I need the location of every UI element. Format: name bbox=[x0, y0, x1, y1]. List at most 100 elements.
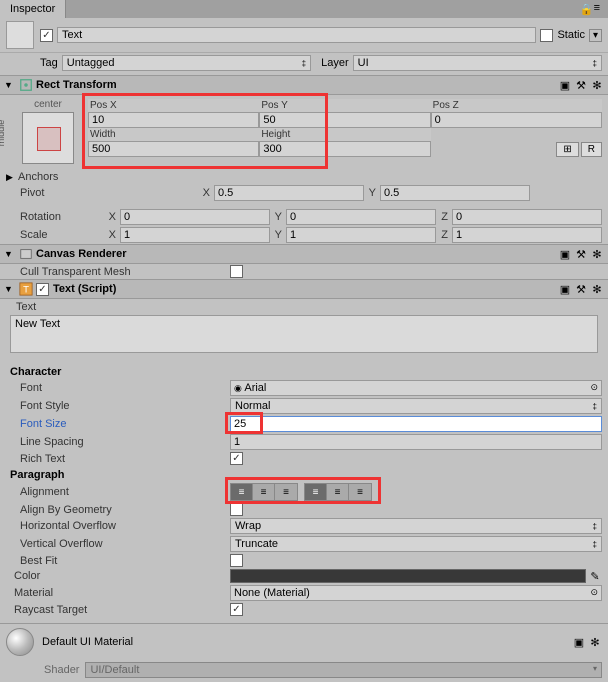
help-icon[interactable]: ▣ bbox=[558, 247, 572, 261]
preset-icon[interactable]: ⚒ bbox=[574, 247, 588, 261]
rect-transform-header: ▼ Rect Transform ▣ ⚒ ✻ bbox=[0, 75, 608, 95]
linespacing-label: Line Spacing bbox=[20, 436, 230, 448]
rect-transform-icon bbox=[19, 78, 33, 92]
align-right-button[interactable]: ≡ bbox=[275, 484, 297, 500]
alignbygeo-checkbox[interactable] bbox=[230, 503, 243, 516]
static-label: Static bbox=[557, 29, 585, 41]
posy-input[interactable] bbox=[259, 112, 430, 128]
enabled-checkbox[interactable] bbox=[40, 29, 53, 42]
fontsize-input[interactable] bbox=[230, 416, 602, 432]
tag-label: Tag bbox=[40, 57, 58, 69]
align-center-button[interactable]: ≡ bbox=[253, 484, 275, 500]
gear-icon[interactable]: ✻ bbox=[590, 282, 604, 296]
text-script-header: ▼ T Text (Script) ▣⚒✻ bbox=[0, 279, 608, 299]
rot-y-input[interactable] bbox=[286, 209, 436, 225]
scale-x-input[interactable] bbox=[120, 227, 270, 243]
fontstyle-label: Font Style bbox=[20, 400, 230, 412]
align-left-button[interactable]: ≡ bbox=[231, 484, 253, 500]
help-icon[interactable]: ▣ bbox=[572, 635, 586, 649]
blueprint-button[interactable]: ⊞ bbox=[556, 142, 578, 157]
anchor-preview-icon bbox=[22, 112, 74, 164]
tab-bar: Inspector 🔒 ≡ bbox=[0, 0, 608, 18]
text-label: Text bbox=[0, 299, 608, 313]
tab-menu-icon[interactable]: ≡ bbox=[586, 0, 608, 18]
posy-label: Pos Y bbox=[259, 99, 430, 112]
static-dropdown-icon[interactable]: ▾ bbox=[589, 29, 602, 42]
scale-label: Scale bbox=[20, 229, 106, 241]
posz-label: Pos Z bbox=[431, 99, 602, 112]
pivot-y-input[interactable] bbox=[380, 185, 530, 201]
pivot-label: Pivot bbox=[20, 187, 200, 199]
paragraph-header: Paragraph bbox=[0, 466, 608, 482]
tag-dropdown[interactable]: Untagged‡ bbox=[62, 55, 311, 71]
richtext-checkbox[interactable] bbox=[230, 452, 243, 465]
material-field[interactable]: None (Material)⊙ bbox=[230, 585, 602, 601]
shader-row: Shader UI/Default▾ bbox=[0, 660, 608, 682]
layer-dropdown[interactable]: UI‡ bbox=[353, 55, 602, 71]
gameobject-icon[interactable] bbox=[6, 21, 34, 49]
help-icon[interactable]: ▣ bbox=[558, 78, 572, 92]
bestfit-checkbox[interactable] bbox=[230, 554, 243, 567]
scale-z-input[interactable] bbox=[452, 227, 602, 243]
align-top-button[interactable]: ≡ bbox=[305, 484, 327, 500]
chevron-down-icon: ‡ bbox=[593, 540, 597, 549]
rot-z-input[interactable] bbox=[452, 209, 602, 225]
shader-label: Shader bbox=[44, 664, 79, 676]
help-icon[interactable]: ▣ bbox=[558, 282, 572, 296]
scale-y-input[interactable] bbox=[286, 227, 436, 243]
anchor-preset[interactable]: center bbox=[18, 99, 78, 166]
font-label: Font bbox=[20, 382, 230, 394]
material-label: Material bbox=[14, 587, 230, 599]
text-enabled-checkbox[interactable] bbox=[36, 283, 49, 296]
font-field[interactable]: ◉ Arial⊙ bbox=[230, 380, 602, 396]
text-textarea[interactable]: New Text bbox=[10, 315, 598, 353]
foldout-icon[interactable]: ▼ bbox=[4, 80, 16, 90]
inspector-tab[interactable]: Inspector bbox=[0, 0, 66, 18]
posz-input[interactable] bbox=[431, 112, 602, 128]
align-middle-button[interactable]: ≡ bbox=[327, 484, 349, 500]
align-bottom-button[interactable]: ≡ bbox=[349, 484, 371, 500]
chevron-down-icon: ‡ bbox=[593, 402, 597, 411]
gameobject-header: Static ▾ bbox=[0, 18, 608, 53]
object-picker-icon[interactable]: ⊙ bbox=[590, 382, 598, 394]
gear-icon[interactable]: ✻ bbox=[588, 635, 602, 649]
foldout-icon[interactable]: ▼ bbox=[4, 249, 16, 259]
posx-label: Pos X bbox=[88, 99, 259, 112]
layer-label: Layer bbox=[321, 57, 349, 69]
posx-input[interactable] bbox=[88, 112, 259, 128]
foldout-icon[interactable]: ▼ bbox=[4, 284, 16, 294]
gameobject-name-input[interactable] bbox=[57, 27, 536, 43]
width-input[interactable] bbox=[88, 141, 259, 157]
shader-dropdown[interactable]: UI/Default▾ bbox=[85, 662, 602, 678]
color-field[interactable] bbox=[230, 569, 586, 583]
cull-label: Cull Transparent Mesh bbox=[20, 266, 230, 278]
h-align-group: ≡ ≡ ≡ bbox=[230, 483, 298, 501]
pivot-x-input[interactable] bbox=[214, 185, 364, 201]
cull-checkbox[interactable] bbox=[230, 265, 243, 278]
rect-transform-body: middle center Pos X Pos Y Pos Z Width He… bbox=[0, 95, 608, 170]
anchors-label: Anchors bbox=[18, 171, 228, 183]
anchor-v-label: middle bbox=[0, 119, 6, 146]
raw-button[interactable]: R bbox=[581, 142, 602, 157]
text-icon: T bbox=[19, 282, 33, 296]
rot-x-input[interactable] bbox=[120, 209, 270, 225]
eyedropper-icon[interactable]: ✎ bbox=[588, 570, 602, 583]
anchors-foldout[interactable]: ▶ bbox=[6, 172, 18, 183]
static-checkbox[interactable] bbox=[540, 29, 553, 42]
voverflow-dropdown[interactable]: Truncate‡ bbox=[230, 536, 602, 552]
raycast-checkbox[interactable] bbox=[230, 603, 243, 616]
preset-icon[interactable]: ⚒ bbox=[574, 282, 588, 296]
fontstyle-dropdown[interactable]: Normal‡ bbox=[230, 398, 602, 414]
gear-icon[interactable]: ✻ bbox=[590, 247, 604, 261]
rotation-label: Rotation bbox=[20, 211, 106, 223]
gear-icon[interactable]: ✻ bbox=[590, 78, 604, 92]
linespacing-input[interactable] bbox=[230, 434, 602, 450]
object-picker-icon[interactable]: ⊙ bbox=[590, 587, 598, 599]
component-title: Text (Script) bbox=[53, 283, 558, 295]
height-input[interactable] bbox=[259, 141, 430, 157]
hoverflow-dropdown[interactable]: Wrap‡ bbox=[230, 518, 602, 534]
alignment-label: Alignment bbox=[20, 486, 230, 498]
lock-icon[interactable]: 🔒 bbox=[574, 0, 586, 10]
material-sphere-icon bbox=[6, 628, 34, 656]
preset-icon[interactable]: ⚒ bbox=[574, 78, 588, 92]
